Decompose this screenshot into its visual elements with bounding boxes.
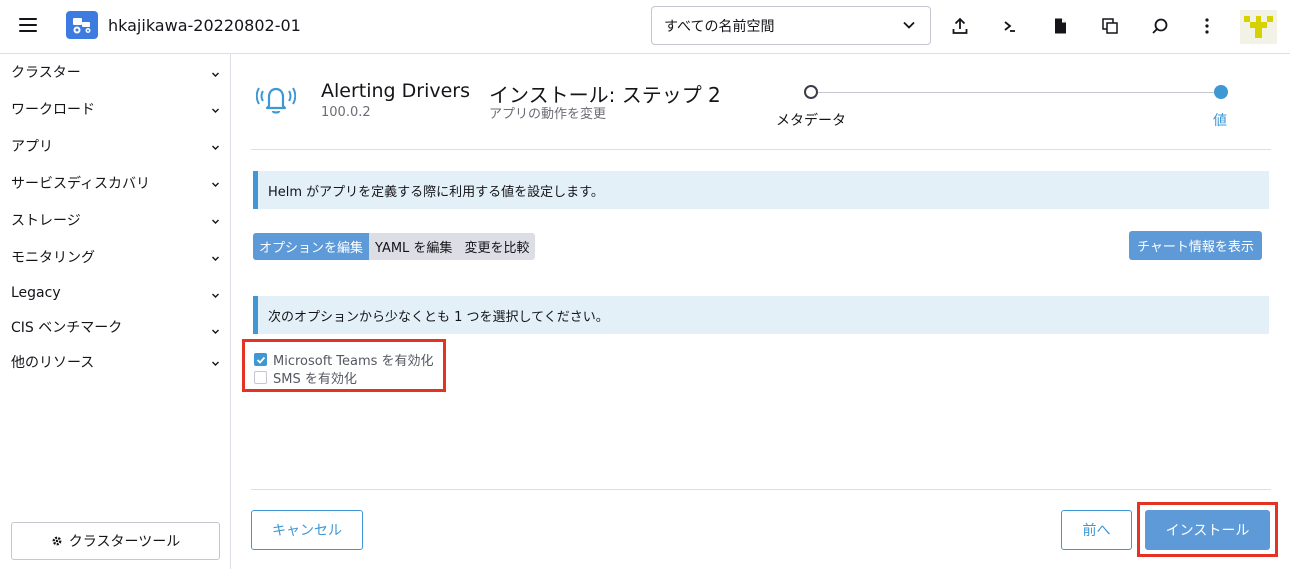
sidebar-item-label: クラスター [11, 65, 81, 81]
app-name: Alerting Drivers [321, 80, 471, 102]
step-subtitle: アプリの動作を変更 [489, 107, 607, 122]
step-metadata-dot[interactable] [804, 85, 818, 99]
sidebar-item-label: モニタリング [11, 249, 95, 266]
chevron-down-icon [211, 324, 220, 340]
sidebar-item-label: アプリ [11, 138, 53, 155]
cluster-tractor-icon [66, 11, 98, 39]
kubeconfig-file-icon[interactable] [1048, 14, 1072, 38]
sidebar-item-label: ストレージ [11, 212, 81, 229]
sidebar-item-4[interactable]: ストレージ [0, 201, 230, 238]
footer-divider [251, 489, 1271, 490]
chevron-down-icon [211, 288, 220, 304]
chevron-down-icon [211, 67, 220, 83]
chevron-down-icon [211, 214, 220, 230]
install-button[interactable]: インストール [1145, 510, 1270, 550]
values-tabbar: オプションを編集 YAML を編集 変更を比較 [253, 233, 536, 260]
cluster-tools-label: クラスターツール [68, 534, 181, 550]
cluster-tools-button[interactable]: クラスターツール [11, 522, 220, 560]
copy-kubeconfig-icon[interactable] [1098, 14, 1122, 38]
kubectl-shell-icon[interactable] [998, 14, 1022, 38]
sidebar-item-label: CIS ベンチマーク [11, 320, 123, 336]
user-avatar[interactable] [1240, 10, 1277, 44]
select-option-text: 次のオプションから少なくとも 1 つを選択してください。 [268, 309, 609, 325]
sidebar: クラスターワークロード アプリサービスディスカバリ ストレージモニタリング Legac… [0, 54, 231, 569]
sidebar-item-3[interactable]: サービスディスカバリ [0, 164, 230, 201]
select-option-banner: 次のオプションから少なくとも 1 つを選択してください。 [253, 296, 1269, 334]
sidebar-item-8[interactable]: 他のリソース [0, 343, 230, 381]
sidebar-item-5[interactable]: モニタリング [0, 238, 230, 275]
chevron-down-icon [211, 177, 220, 193]
chevron-down-icon [902, 18, 916, 36]
sidebar-item-7[interactable]: CIS ベンチマーク [0, 311, 230, 343]
previous-button[interactable]: 前へ [1061, 510, 1132, 550]
chevron-down-icon [211, 140, 220, 156]
tab-compare-changes[interactable]: 変更を比較 [458, 233, 536, 260]
sidebar-item-label: Legacy [11, 285, 61, 301]
show-chart-info-button[interactable]: チャート情報を表示 [1129, 231, 1262, 260]
tab-edit-options[interactable]: オプションを編集 [253, 233, 370, 260]
sidebar-item-2[interactable]: アプリ [0, 127, 230, 164]
namespace-select-value: すべての名前空間 [664, 18, 775, 35]
top-header: hkajikawa-20220802-01 すべての名前空間 [0, 0, 1290, 54]
cancel-button[interactable]: キャンセル [251, 510, 363, 550]
gear-icon [52, 536, 62, 546]
main-content: Alerting Drivers 100.0.2 インストール: ステップ 2 … [232, 54, 1290, 569]
sidebar-item-label: ワークロード [11, 101, 95, 118]
sidebar-item-1[interactable]: ワークロード [0, 90, 230, 127]
stepper-line [817, 92, 1215, 93]
alert-bell-icon [255, 82, 297, 120]
tab-edit-yaml[interactable]: YAML を編集 [369, 233, 459, 260]
search-icon[interactable] [1148, 14, 1172, 38]
sidebar-item-0[interactable]: クラスター [0, 54, 230, 90]
chevron-down-icon [211, 356, 220, 372]
more-vert-icon[interactable] [1195, 14, 1219, 38]
sidebar-nav: クラスターワークロード アプリサービスディスカバリ ストレージモニタリング Legac… [0, 54, 230, 381]
chevron-down-icon [211, 251, 220, 267]
helm-info-banner: Helm がアプリを定義する際に利用する値を設定します。 [253, 171, 1269, 209]
options-highlight-box [242, 339, 446, 392]
helm-info-text: Helm がアプリを定義する際に利用する値を設定します。 [268, 184, 604, 200]
sidebar-item-6[interactable]: Legacy [0, 275, 230, 311]
app-version: 100.0.2 [321, 105, 371, 120]
step-values-dot [1214, 85, 1228, 99]
namespace-select[interactable]: すべての名前空間 [651, 6, 931, 45]
chevron-down-icon [211, 103, 220, 119]
cluster-name: hkajikawa-20220802-01 [108, 16, 301, 35]
hamburger-menu-icon[interactable] [19, 18, 39, 34]
import-yaml-icon[interactable] [948, 14, 972, 38]
sidebar-item-label: 他のリソース [11, 355, 95, 371]
step-values-label: 値 [1213, 113, 1227, 129]
sidebar-item-label: サービスディスカバリ [11, 175, 151, 192]
step-metadata-label[interactable]: メタデータ [776, 110, 846, 130]
header-divider [251, 149, 1271, 150]
